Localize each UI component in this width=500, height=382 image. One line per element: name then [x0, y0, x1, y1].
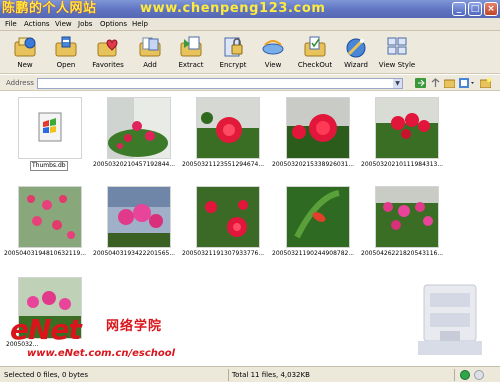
add-button[interactable]: Add	[134, 33, 166, 71]
flower-photo	[108, 98, 170, 158]
view-style-button[interactable]: View Style	[378, 33, 416, 71]
menu-help[interactable]: Help	[132, 18, 148, 31]
status-selected: Selected 0 files, 0 bytes	[4, 371, 88, 379]
view-style-icon	[387, 37, 407, 55]
windows-file-icon	[19, 98, 81, 158]
wizard-icon	[346, 38, 366, 58]
file-name: 20050320210457192844...	[93, 161, 176, 168]
file-name: 20050321123551294674...	[182, 161, 265, 168]
view-icon	[262, 40, 284, 55]
open-icon	[55, 36, 77, 57]
checkout-button[interactable]: CheckOut	[297, 33, 333, 71]
open-label: Open	[56, 61, 76, 69]
status-bar: Selected 0 files, 0 bytes Total 11 files…	[0, 366, 500, 382]
favorites-label: Favorites	[92, 61, 124, 69]
winzip-vice-icon	[418, 284, 482, 355]
window-url: www.chenpeng123.com	[140, 1, 326, 16]
menu-jobs[interactable]: Jobs	[78, 18, 92, 31]
address-dropdown-icon[interactable]: ▼	[393, 79, 402, 88]
file-item[interactable]	[375, 186, 439, 248]
checkout-icon	[304, 36, 326, 57]
address-label: Address	[6, 79, 34, 87]
address-input[interactable]: ▼	[37, 78, 403, 89]
status-gray-icon	[474, 370, 484, 380]
new-label: New	[17, 61, 33, 69]
file-item[interactable]	[196, 97, 260, 159]
file-name: 20050403194810632119...	[4, 250, 87, 257]
encrypt-label: Encrypt	[219, 61, 247, 69]
status-total: Total 11 files, 4,032KB	[232, 371, 310, 379]
flower-photo	[376, 98, 438, 158]
file-item[interactable]	[286, 97, 350, 159]
open-button[interactable]: Open	[49, 33, 83, 71]
file-item[interactable]	[375, 97, 439, 159]
file-name: 20050320210111984313...	[361, 161, 444, 168]
file-name: 20050320215338926031...	[272, 161, 355, 168]
wizard-button[interactable]: Wizard	[340, 33, 372, 71]
flower-photo	[287, 187, 349, 247]
view-label: View	[264, 61, 282, 69]
new-folder-icon[interactable]	[480, 78, 491, 88]
status-divider	[228, 369, 229, 381]
close-button[interactable]: ×	[484, 2, 498, 16]
file-item[interactable]	[196, 186, 260, 248]
file-item-thumbs-db[interactable]	[18, 97, 82, 159]
enet-url: www.eNet.com.cn/eschool	[27, 348, 176, 359]
file-name: 20050321190244908782...	[272, 250, 355, 257]
encrypt-icon	[224, 37, 243, 57]
menu-file[interactable]: File	[5, 18, 17, 31]
add-label: Add	[143, 61, 157, 69]
favorites-icon	[97, 39, 118, 57]
file-name: 20050321191307933776...	[182, 250, 265, 257]
flower-photo	[19, 187, 81, 247]
flower-photo	[197, 98, 259, 158]
minimize-button[interactable]: _	[452, 2, 466, 16]
new-icon	[14, 37, 36, 57]
new-button[interactable]: New	[8, 33, 42, 71]
status-green-icon	[460, 370, 470, 380]
file-name: 20050426221820543116...	[361, 250, 444, 257]
flower-photo	[287, 98, 349, 158]
maximize-button[interactable]: □	[468, 2, 482, 16]
view-button[interactable]: View	[258, 33, 288, 71]
file-item[interactable]	[107, 186, 171, 248]
menu-view[interactable]: View	[55, 18, 72, 31]
enet-logo: eNet	[10, 313, 82, 346]
folder-icon[interactable]	[444, 78, 455, 88]
menu-actions[interactable]: Actions	[24, 18, 50, 31]
file-name: 20050403193422201565...	[93, 250, 176, 257]
view-style-label: View Style	[378, 61, 416, 69]
extract-button[interactable]: Extract	[174, 33, 208, 71]
flower-photo	[197, 187, 259, 247]
favorites-button[interactable]: Favorites	[89, 33, 127, 71]
enet-school-label: 网络学院	[106, 319, 163, 334]
views-menu-icon[interactable]	[459, 78, 475, 88]
add-icon	[139, 37, 161, 57]
menu-options[interactable]: Options	[100, 18, 127, 31]
checkout-label: CheckOut	[297, 61, 333, 69]
file-item[interactable]	[107, 97, 171, 159]
window-title: 陈鹏的个人网站	[2, 1, 97, 16]
menu-bar: File Actions View Jobs Options Help	[0, 18, 500, 31]
extract-icon	[180, 36, 202, 57]
flower-photo	[108, 187, 170, 247]
flower-photo	[376, 187, 438, 247]
encrypt-button[interactable]: Encrypt	[216, 33, 250, 71]
file-item[interactable]	[286, 186, 350, 248]
toolbar: New Open Favorites Add Extract Encrypt V…	[0, 31, 500, 74]
file-item[interactable]	[18, 186, 82, 248]
address-bar: Address ▼	[0, 75, 500, 91]
wizard-label: Wizard	[344, 61, 368, 69]
up-folder-icon[interactable]	[430, 78, 441, 88]
file-name: Thumbs.db	[30, 161, 68, 171]
title-bar: 陈鹏的个人网站 www.chenpeng123.com _ □ ×	[0, 0, 500, 18]
extract-label: Extract	[178, 61, 204, 69]
go-icon[interactable]	[415, 78, 426, 88]
status-divider	[454, 369, 455, 381]
